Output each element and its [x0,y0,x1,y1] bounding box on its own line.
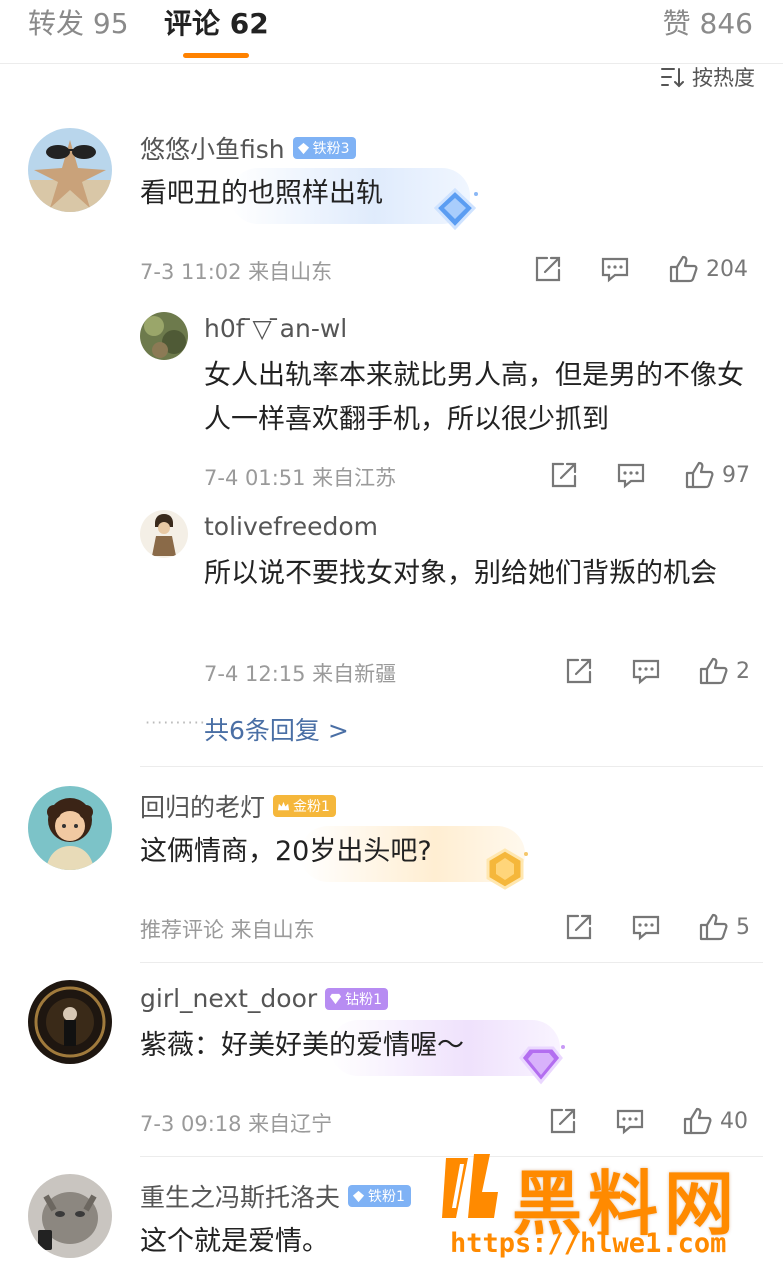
comment-meta: 7-3 11:02 来自山东 [140,260,333,284]
thumbs-up-icon [699,657,728,685]
share-icon [550,1108,576,1134]
view-more-replies-link[interactable]: 共6条回复 > [204,711,349,747]
share-button[interactable] [564,912,594,942]
reply-avatar[interactable] [140,312,188,360]
username[interactable]: 重生之冯斯托洛夫 铁粉1 [140,1178,411,1214]
thread-dots: ·········· [145,713,206,732]
fan-level-gem-icon [519,1045,565,1085]
comment-icon [601,257,629,283]
like-button[interactable]: 40 [682,1106,748,1136]
fan-badge-label: 钻粉1 [345,991,383,1008]
like-count: 5 [736,914,750,940]
comment-icon [616,1109,644,1135]
thumbs-up-icon [683,1107,712,1135]
share-icon [566,658,592,684]
comment-meta: 7-3 09:18 来自辽宁 [140,1112,333,1136]
share-icon [551,462,577,488]
reply-username[interactable]: h0f ̄▽ ̄an-wl [204,314,347,343]
username-text: 回归的老灯 [140,793,266,822]
comment-text[interactable]: 这俩情商，20岁出头吧? [140,830,432,874]
divider [140,962,763,963]
comment-icon [632,915,660,941]
reply-text[interactable]: 女人出轨率本来就比男人高，但是男的不像女人一样喜欢翻手机，所以很少抓到 [204,354,749,442]
like-count: 204 [706,256,748,282]
watermark-url: https://hlwe1.com [450,1228,727,1259]
fan-badge-label: 铁粉1 [368,1189,405,1205]
share-button[interactable] [548,1106,578,1136]
crown-icon [277,801,290,810]
thumbs-up-icon [685,461,714,489]
like-button[interactable]: 2 [698,656,750,686]
reply-username[interactable]: tolivefreedom [204,512,378,541]
fan-badge-label: 铁粉3 [312,141,350,157]
reply-avatar[interactable] [140,510,188,558]
fan-level-gem-icon [433,187,478,231]
comment-icon [632,659,660,685]
reply-button[interactable] [616,460,646,490]
share-button[interactable] [533,254,563,284]
diamond-icon [330,993,342,1005]
like-button[interactable]: 5 [698,912,750,942]
reply-meta: 7-4 12:15 来自新疆 [204,662,397,686]
like-count: 97 [722,462,750,488]
share-icon [535,256,561,282]
username[interactable]: 悠悠小鱼fish 铁粉3 [140,130,356,166]
reply-meta: 7-4 01:51 来自江苏 [204,466,397,490]
fan-badge: 钻粉1 [325,987,389,1010]
fan-badge: 铁粉3 [292,137,356,159]
avatar[interactable] [28,1174,112,1258]
thumbs-up-icon [699,913,728,941]
share-icon [566,914,592,940]
like-count: 2 [736,658,750,684]
reply-text[interactable]: 所以说不要找女对象，别给她们背叛的机会 [204,552,749,596]
fan-badge-label: 金粉1 [293,799,330,815]
share-button[interactable] [549,460,579,490]
comment-icon [617,463,645,489]
reply-button[interactable] [615,1106,645,1136]
watermark-logo [442,1154,498,1218]
watermark: 黑料网 https://hlwe1.com [438,1148,778,1276]
comment-text[interactable]: 这个就是爱情。 [140,1220,329,1264]
reply-button[interactable] [600,254,630,284]
fan-level-gem-icon [486,848,528,890]
username[interactable]: girl_next_door 钻粉1 [140,984,389,1013]
thumbs-up-icon [669,255,698,283]
comment-meta: 推荐评论 来自山东 [140,918,315,942]
username-text: 重生之冯斯托洛夫 [140,1183,341,1212]
avatar[interactable] [28,128,112,212]
divider [140,766,763,767]
like-button[interactable]: 97 [684,460,750,490]
comment-item: 悠悠小鱼fish 铁粉3 看吧丑的也照样出轨 7-3 11:02 来自山东 20… [0,0,783,760]
comment-text[interactable]: 看吧丑的也照样出轨 [140,172,383,216]
share-button[interactable] [564,656,594,686]
comment-text[interactable]: 紫薇：好美好美的爱情喔～ [140,1024,464,1068]
diamond-icon [352,1190,365,1202]
username-text: 悠悠小鱼fish [140,135,285,164]
reply-button[interactable] [631,912,661,942]
username-text: girl_next_door [140,984,318,1013]
avatar[interactable] [28,786,112,870]
diamond-icon [297,142,309,154]
fan-badge: 铁粉1 [348,1185,411,1207]
avatar[interactable] [28,980,112,1064]
like-count: 40 [720,1108,748,1134]
like-button[interactable]: 204 [668,254,748,284]
fan-badge: 金粉1 [273,795,336,817]
reply-button[interactable] [631,656,661,686]
username[interactable]: 回归的老灯 金粉1 [140,788,336,824]
